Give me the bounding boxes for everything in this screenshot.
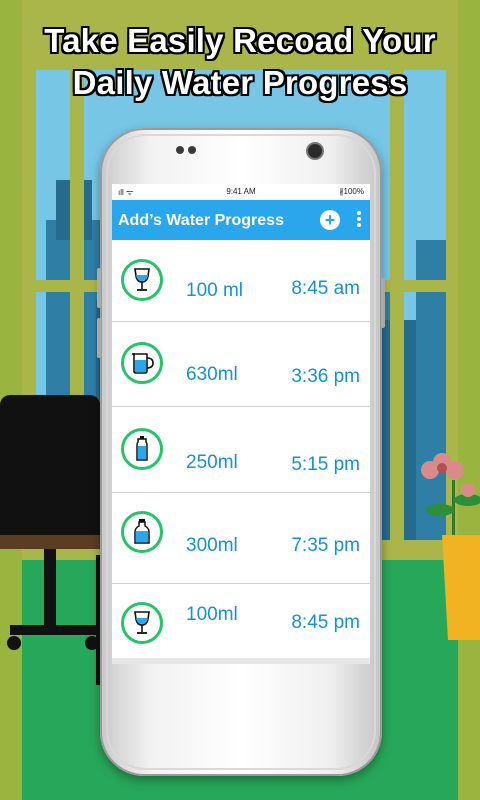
list-item[interactable]: 100ml 8:45 pm (112, 584, 370, 654)
phone-mockup: ıll ᯤ 9:41 AM ∦100% Add’s Water Progress… (97, 128, 385, 776)
headline-line-1: Take Easily Recoad Your (44, 22, 436, 59)
app-title: Add’s Water Progress (118, 212, 284, 229)
jug-icon (121, 342, 163, 384)
entry-time: 7:35 pm (291, 535, 360, 556)
wine-glass-icon (121, 602, 163, 644)
entry-time: 5:15 pm (291, 454, 360, 475)
entry-time: 8:45 am (291, 278, 360, 299)
entry-time: 8:45 pm (291, 612, 360, 633)
milk-bottle-icon (121, 511, 163, 553)
app-screen: ıll ᯤ 9:41 AM ∦100% Add’s Water Progress… (112, 184, 370, 658)
status-bar: ıll ᯤ 9:41 AM ∦100% (112, 184, 370, 200)
list-item[interactable]: 100 ml 8:45 am (112, 240, 370, 322)
list-item[interactable]: 250ml 5:15 pm (112, 407, 370, 493)
entry-amount: 100ml (186, 604, 238, 625)
flower-pot-illustration (421, 453, 480, 640)
screen-bottom-edge (112, 658, 370, 664)
headline-line-2: Daily Water Progress (72, 64, 408, 101)
add-circle-icon[interactable]: + (320, 210, 340, 230)
entry-amount: 630ml (186, 364, 238, 385)
sensor-dot (176, 146, 184, 154)
battery-indicator: ∦100% (339, 187, 364, 196)
entry-amount: 250ml (186, 452, 238, 473)
list-item[interactable]: 300ml 7:35 pm (112, 493, 370, 584)
front-camera (306, 142, 324, 160)
entry-time: 3:36 pm (291, 366, 360, 387)
entry-amount: 100 ml (186, 280, 244, 301)
app-bar: Add’s Water Progress + (112, 200, 370, 240)
more-vertical-icon[interactable] (354, 209, 364, 231)
wine-glass-icon (121, 259, 163, 301)
status-time: 9:41 AM (226, 187, 256, 196)
sports-bottle-icon (121, 428, 163, 470)
entry-amount: 300ml (186, 535, 238, 556)
sensor-dot (188, 146, 196, 154)
promo-headline: Take Easily Recoad Your Daily Water Prog… (0, 20, 480, 104)
list-item[interactable]: 630ml 3:36 pm (112, 322, 370, 407)
